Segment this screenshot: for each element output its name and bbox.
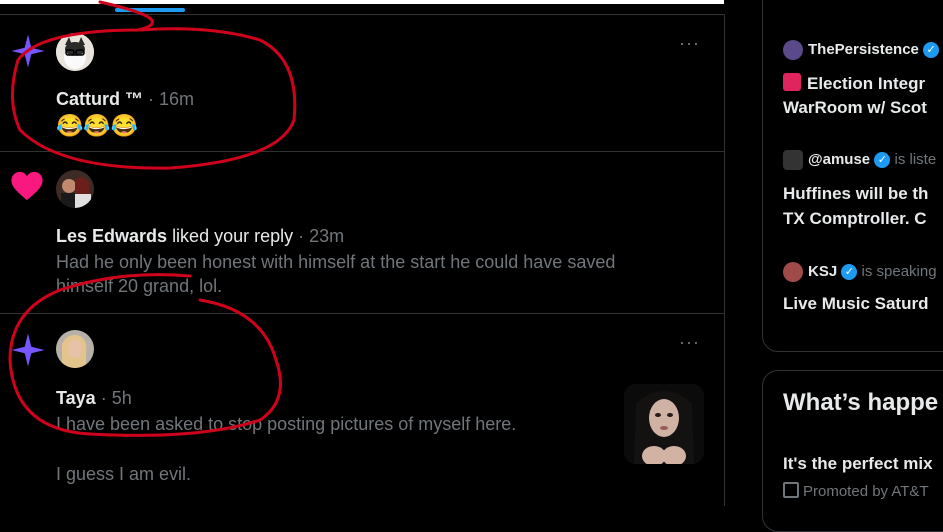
whats-happening-heading: What’s happe — [783, 389, 939, 416]
post-text: 😂😂😂 — [56, 113, 139, 138]
verified-badge-icon: ✓ — [874, 152, 891, 169]
separator-dot: · — [148, 89, 155, 109]
liker-name[interactable]: Les Edwards — [56, 226, 167, 246]
heart-icon — [10, 170, 44, 207]
post-text-line-2: I guess I am evil. — [56, 464, 192, 484]
more-options-button[interactable]: ··· — [679, 33, 700, 54]
separator-dot: · — [100, 388, 107, 408]
timestamp[interactable]: 23m — [309, 226, 344, 246]
author-name[interactable]: Taya — [56, 388, 96, 408]
post-image-thumbnail[interactable] — [624, 384, 704, 464]
active-tab-indicator — [115, 8, 185, 12]
more-options-button[interactable]: ··· — [679, 332, 700, 353]
top-edge-bar — [0, 0, 724, 4]
avatar[interactable] — [56, 330, 94, 368]
host-avatar[interactable] — [783, 150, 803, 170]
notification-item[interactable]: ··· Taya · 5h I have been asked to stop … — [0, 313, 724, 507]
right-sidebar: ThePersistence ✓ Election Integr WarRoom… — [724, 0, 943, 532]
host-avatar[interactable] — [783, 40, 803, 60]
promoted-by[interactable]: Promoted by AT&T — [803, 483, 929, 500]
notification-item[interactable]: Les Edwards liked your reply · 23m Had h… — [0, 151, 724, 314]
space-host-line: ThePersistence ✓ — [808, 41, 940, 59]
host-avatar[interactable] — [783, 262, 803, 282]
promoted-icon — [783, 482, 799, 498]
space-title-line-2: TX Comptroller. C — [783, 209, 927, 228]
verified-badge-icon: ✓ — [841, 264, 858, 281]
like-line: Les Edwards liked your reply · 23m — [56, 226, 344, 247]
author-line: Taya · 5h — [56, 388, 132, 409]
space-title-line-2: WarRoom w/ Scot — [783, 98, 927, 117]
space-host-line: @amuse ✓ is liste — [808, 151, 937, 169]
author-name[interactable]: Catturd ™ — [56, 89, 143, 109]
space-title[interactable]: Huffines will be th — [783, 184, 928, 204]
siren-icon — [783, 73, 801, 91]
space-title-line-1: Election Integr — [807, 74, 926, 93]
space-title[interactable]: Live Music Saturd — [783, 294, 928, 314]
post-text-line-1: I have been asked to stop posting pictur… — [56, 414, 517, 434]
avatar[interactable] — [56, 170, 94, 208]
avatar[interactable] — [56, 33, 94, 71]
notification-item[interactable]: ··· Catturd ™ · 16m 😂😂😂 — [0, 14, 724, 152]
verified-badge-icon: ✓ — [923, 42, 940, 59]
author-line: Catturd ™ · 16m — [56, 89, 194, 110]
separator-dot: · — [298, 226, 305, 246]
space-host-name[interactable]: KSJ — [808, 263, 837, 280]
liked-reply-line-1: Had he only been honest with himself at … — [56, 252, 616, 272]
space-host-line: KSJ ✓ is speaking — [808, 263, 937, 281]
like-action: liked your reply — [172, 226, 294, 246]
post-text: I have been asked to stop posting pictur… — [56, 412, 616, 486]
space-title[interactable]: Election Integr — [783, 73, 925, 94]
star-icon — [10, 332, 46, 373]
liked-reply-line-2: himself 20 grand, lol. — [56, 276, 223, 296]
space-status: is speaking — [861, 263, 937, 280]
liked-reply-text[interactable]: Had he only been honest with himself at … — [56, 250, 696, 298]
promoted-trend-title[interactable]: It's the perfect mix — [783, 454, 933, 474]
promoted-line: Promoted by AT&T — [783, 482, 929, 500]
space-status: is liste — [894, 151, 937, 168]
timestamp[interactable]: 5h — [112, 388, 132, 408]
space-host-name[interactable]: @amuse — [808, 151, 870, 168]
space-host-name[interactable]: ThePersistence — [808, 41, 919, 58]
notifications-feed: ··· Catturd ™ · 16m 😂😂😂 Les Edwards like… — [0, 14, 725, 506]
timestamp[interactable]: 16m — [159, 89, 194, 109]
star-icon — [10, 33, 46, 74]
